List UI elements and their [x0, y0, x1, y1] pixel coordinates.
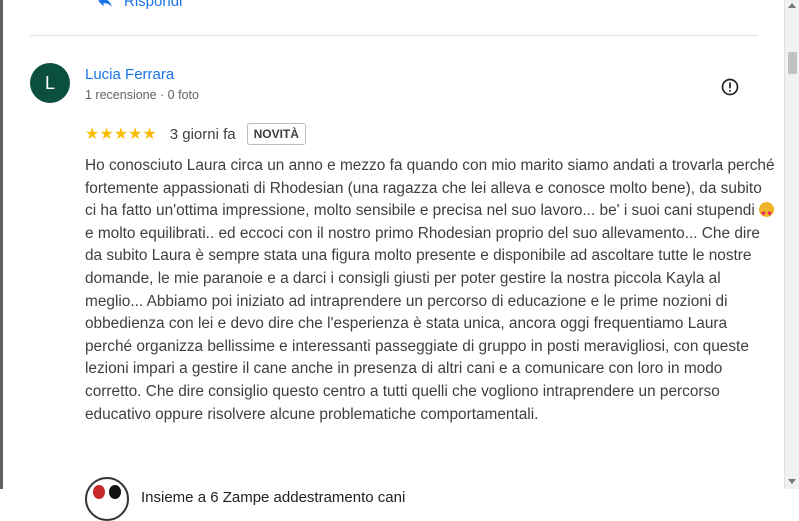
smiling-face-with-heart-eyes-icon — [759, 202, 775, 226]
report-alert-icon[interactable] — [720, 77, 740, 97]
owner-name: Insieme a 6 Zampe addestramento cani — [141, 488, 406, 506]
reply-arrow-icon — [98, 0, 112, 7]
vertical-scrollbar[interactable] — [784, 0, 799, 489]
avatar-initial: L — [44, 72, 55, 93]
avatar[interactable]: L — [30, 63, 70, 103]
review-text-part1: Ho conosciuto Laura circa un anno e mezz… — [85, 157, 775, 220]
reply-label: Rispondi — [124, 0, 183, 10]
star-rating: ★★★★★ — [85, 126, 157, 143]
scroll-down-arrow-icon[interactable] — [788, 479, 796, 484]
reply-button[interactable]: Rispondi — [96, 0, 182, 11]
review-text: Ho conosciuto Laura circa un anno e mezz… — [85, 155, 775, 426]
scroll-up-arrow-icon[interactable] — [788, 3, 796, 8]
review-text-part2: e molto equilibrati.. ed eccoci con il n… — [85, 224, 760, 423]
reviewer-meta: 1 recensione · 0 foto — [85, 88, 199, 102]
owner-logo — [85, 477, 129, 521]
left-edge-border — [0, 0, 3, 489]
new-badge: NOVITÀ — [246, 123, 306, 145]
rating-row: ★★★★★ 3 giorni fa NOVITÀ — [85, 121, 306, 147]
owner-response: Insieme a 6 Zampe addestramento cani — [85, 473, 405, 521]
scrollbar-thumb[interactable] — [788, 52, 797, 74]
review-time: 3 giorni fa — [169, 125, 236, 143]
review-divider — [30, 35, 758, 36]
reviewer-name[interactable]: Lucia Ferrara — [85, 66, 174, 83]
